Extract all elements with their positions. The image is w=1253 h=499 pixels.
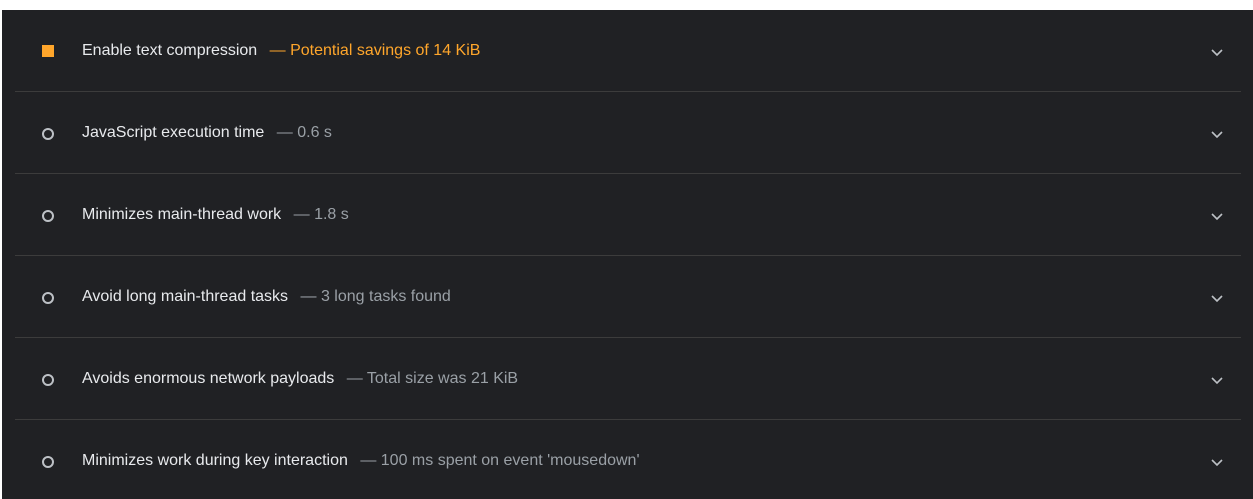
audit-value: 0.6 s	[297, 124, 332, 141]
audit-title: JavaScript execution time	[82, 124, 265, 141]
audit-row-text: Avoids enormous network payloads — Total…	[82, 369, 518, 389]
chevron-down-icon[interactable]	[1207, 42, 1227, 62]
chevron-down-icon[interactable]	[1207, 206, 1227, 226]
audit-separator: —	[300, 288, 317, 305]
info-circle-icon	[42, 210, 54, 222]
audit-list: Enable text compression — Potential savi…	[15, 10, 1241, 499]
audit-value: Total size was 21 KiB	[366, 370, 519, 387]
audits-panel-body: Enable text compression — Potential savi…	[2, 10, 1253, 499]
audit-row-text: Avoid long main-thread tasks — 3 long ta…	[82, 287, 451, 307]
audit-row-key-interaction[interactable]: Minimizes work during key interaction — …	[15, 420, 1241, 499]
audit-row-text: JavaScript execution time — 0.6 s	[82, 123, 332, 143]
audit-title: Avoid long main-thread tasks	[82, 288, 289, 305]
audit-row-text: Minimizes work during key interaction — …	[82, 451, 640, 471]
audit-separator: —	[293, 206, 310, 223]
chevron-down-icon[interactable]	[1207, 370, 1227, 390]
audit-value: 1.8 s	[314, 206, 349, 223]
chevron-down-icon[interactable]	[1207, 288, 1227, 308]
audit-value: Potential savings of 14 KiB	[290, 42, 481, 59]
audit-row-text-compression[interactable]: Enable text compression — Potential savi…	[15, 10, 1241, 92]
info-circle-icon	[42, 128, 54, 140]
audits-panel: Enable text compression — Potential savi…	[0, 0, 1253, 499]
audit-title: Enable text compression	[82, 42, 258, 59]
audit-row-js-execution-time[interactable]: JavaScript execution time — 0.6 s	[15, 92, 1241, 174]
audit-title: Minimizes main-thread work	[82, 206, 282, 223]
audit-row-text: Minimizes main-thread work — 1.8 s	[82, 205, 349, 225]
info-circle-icon	[42, 456, 54, 468]
audit-row-main-thread-work[interactable]: Minimizes main-thread work — 1.8 s	[15, 174, 1241, 256]
info-circle-icon	[42, 374, 54, 386]
audit-row-long-tasks[interactable]: Avoid long main-thread tasks — 3 long ta…	[15, 256, 1241, 338]
audit-row-text: Enable text compression — Potential savi…	[82, 41, 480, 61]
audit-separator: —	[346, 370, 363, 387]
chevron-down-icon[interactable]	[1207, 452, 1227, 472]
audit-title: Avoids enormous network payloads	[82, 370, 335, 387]
audit-value: 100 ms spent on event 'mousedown'	[380, 452, 640, 469]
audit-separator: —	[269, 42, 286, 59]
info-circle-icon	[42, 292, 54, 304]
audit-row-network-payloads[interactable]: Avoids enormous network payloads — Total…	[15, 338, 1241, 420]
chevron-down-icon[interactable]	[1207, 124, 1227, 144]
audit-title: Minimizes work during key interaction	[82, 452, 348, 469]
audit-value: 3 long tasks found	[320, 288, 451, 305]
warning-square-icon	[42, 45, 54, 57]
audit-separator: —	[276, 124, 293, 141]
audit-separator: —	[360, 452, 377, 469]
